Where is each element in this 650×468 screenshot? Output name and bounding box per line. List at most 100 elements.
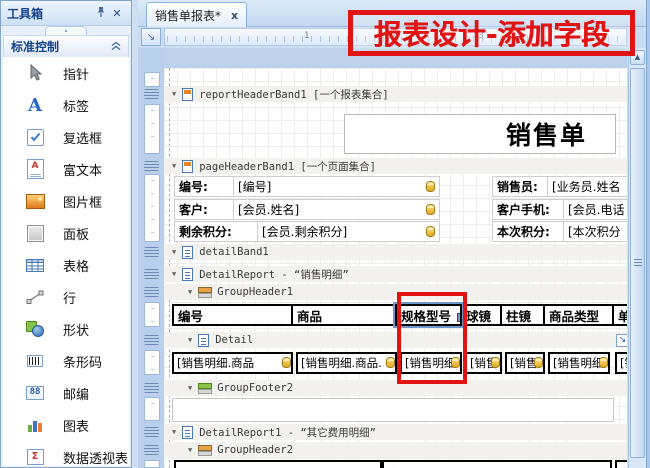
toolbox-panel: 工具箱 ✕ ▴ 标准控制 指针 A 标签 — [0, 0, 132, 468]
field-value-current-points[interactable]: [本次积分 — [563, 221, 627, 242]
smart-tag-button[interactable]: ↘ — [616, 334, 627, 347]
collapse-triangle-icon[interactable]: ▼ — [188, 336, 192, 344]
field-label-salesperson[interactable]: 销售员: — [492, 176, 548, 197]
detail-cell-product-type[interactable]: [销售明细 — [548, 352, 610, 374]
fee-header-cell-other[interactable]: 其 — [615, 460, 627, 468]
band-grip-icon[interactable] — [144, 335, 159, 345]
toolbox-collapse-grip[interactable]: ▴ — [1, 26, 131, 35]
collapse-triangle-icon[interactable]: ▼ — [188, 384, 192, 392]
fee-header-cell-type[interactable]: 费用类型 — [174, 460, 382, 468]
field-label-number[interactable]: 编号: — [174, 176, 234, 197]
toolbox-item-checkbox[interactable]: 复选框 — [3, 121, 129, 153]
header-cell-unit-price[interactable]: 单 — [612, 304, 627, 326]
band-grip-icon[interactable] — [144, 247, 159, 257]
picture-icon — [21, 188, 49, 214]
field-value-customer[interactable]: [会员.姓名] — [233, 199, 440, 220]
collapse-triangle-icon[interactable]: ▼ — [172, 162, 176, 170]
field-label-current-points[interactable]: 本次积分: — [492, 221, 564, 242]
toolbox-item-line[interactable]: 行 — [3, 281, 129, 313]
detail-cell-unit-price[interactable]: [销 — [615, 352, 627, 374]
toolbox-item-list: 指针 A 标签 复选框 A 富文本 图片框 面板 — [3, 57, 129, 466]
toolbox-item-chart[interactable]: 图表 — [3, 409, 129, 441]
band-page-header[interactable]: ▼ pageHeaderBand1 [一个页面集合] — [164, 158, 627, 174]
field-value-customer-phone[interactable]: [会员.电话 — [563, 199, 627, 220]
band-grip-icon[interactable] — [144, 161, 159, 171]
group-footer-band-icon — [198, 383, 211, 394]
annotation-highlight-rectangle — [397, 292, 467, 384]
database-field-icon — [426, 204, 435, 215]
band-grip-icon[interactable] — [144, 89, 159, 99]
scrollbar-thumb[interactable] — [630, 68, 645, 458]
band-group-header1[interactable]: ▼ GroupHeader1 — [164, 284, 627, 300]
group-header-band-icon — [198, 287, 211, 298]
band-detail-report[interactable]: ▼ DetailReport - “销售明细” — [164, 266, 627, 282]
tab-sales-report[interactable]: 销售单报表* x — [146, 2, 247, 27]
collapse-triangle-icon[interactable]: ▼ — [172, 90, 176, 98]
close-icon[interactable]: ✕ — [109, 7, 125, 20]
header-cell-product[interactable]: 商品 — [291, 304, 397, 326]
toolbox-header: 工具箱 ✕ — [1, 1, 131, 26]
detail-cell-product-code[interactable]: [销售明细.商品 — [172, 352, 293, 374]
band-grip-icon[interactable] — [144, 269, 159, 279]
toolbox-item-panel[interactable]: 面板 — [3, 217, 129, 249]
ruler-segment — [144, 174, 160, 242]
header-cell-number[interactable]: 编号 — [172, 304, 293, 326]
band-group-header2[interactable]: ▼ GroupHeader2 — [164, 442, 627, 458]
database-field-icon — [386, 357, 395, 368]
detail-cell-sphere[interactable]: [销售 — [465, 352, 502, 374]
toolbox-item-table[interactable]: 表格 — [3, 249, 129, 281]
toolbox-item-pointer[interactable]: 指针 — [3, 57, 129, 89]
ruler-corner-button[interactable]: ↘ — [141, 28, 161, 46]
zipcode-icon: 88 — [21, 380, 49, 406]
toolbox-item-pivot[interactable]: Σ 数据透视表 — [3, 441, 129, 466]
collapse-triangle-icon[interactable]: ▼ — [188, 288, 192, 296]
database-field-icon — [599, 357, 608, 368]
collapse-triangle-icon[interactable]: ▼ — [172, 270, 176, 278]
database-field-icon — [426, 181, 435, 192]
ruler-segment — [144, 397, 160, 421]
band-detail-report1[interactable]: ▼ DetailReport1 - “其它费用明细” — [164, 424, 627, 440]
toolbox-item-shape[interactable]: 形状 — [3, 313, 129, 345]
band-grip-icon[interactable] — [144, 383, 159, 393]
report-designer-window: 工具箱 ✕ ▴ 标准控制 指针 A 标签 — [0, 0, 650, 468]
band-grip-icon[interactable] — [144, 445, 159, 455]
field-value-number[interactable]: [编号] — [233, 176, 440, 197]
band-grip-icon[interactable] — [144, 427, 159, 437]
field-label-customer-phone[interactable]: 客户手机: — [492, 199, 564, 220]
database-field-icon — [534, 357, 543, 368]
ruler-segment — [144, 302, 160, 327]
field-value-salesperson[interactable]: [业务员.姓名 — [547, 176, 627, 197]
pin-icon[interactable] — [93, 6, 109, 21]
collapse-triangle-icon[interactable]: ▼ — [188, 446, 192, 454]
toolbox-group-standard-controls[interactable]: 标准控制 — [3, 35, 129, 58]
band-detail-band1[interactable]: ▼ detailBand1 — [164, 244, 627, 260]
tab-title: 销售单报表* — [155, 7, 221, 24]
report-title-label[interactable]: 销售单 — [344, 114, 616, 154]
detail-cell-cylinder[interactable]: [销售 — [505, 352, 545, 374]
band-grip-icon[interactable] — [144, 287, 159, 297]
pivot-icon: Σ — [21, 444, 49, 466]
vertical-scrollbar[interactable]: ▲ — [628, 48, 646, 468]
header-cell-cylinder[interactable]: 柱镜 — [500, 304, 545, 326]
barcode-icon — [21, 348, 49, 374]
collapse-chevron-icon — [111, 40, 121, 54]
collapse-triangle-icon[interactable]: ▼ — [172, 248, 176, 256]
tab-close-icon[interactable]: x — [231, 9, 238, 22]
fee-header-cell-amount[interactable]: 金额 — [382, 460, 612, 468]
collapse-triangle-icon[interactable]: ▼ — [172, 428, 176, 436]
ruler-number: 1 — [304, 31, 310, 41]
detail-cell-product[interactable]: [销售明细.商品. — [296, 352, 397, 374]
field-label-customer[interactable]: 客户: — [174, 199, 234, 220]
field-label-remaining-points[interactable]: 剩余积分: — [174, 221, 258, 242]
toolbox-item-zipcode[interactable]: 88 邮编 — [3, 377, 129, 409]
header-cell-product-type[interactable]: 商品类型 — [543, 304, 614, 326]
band-group-footer2[interactable]: ▼ GroupFooter2 — [164, 380, 627, 396]
toolbox-item-picture[interactable]: 图片框 — [3, 185, 129, 217]
toolbox-item-richtext[interactable]: A 富文本 — [3, 153, 129, 185]
field-value-remaining-points[interactable]: [会员.剩余积分] — [257, 221, 440, 242]
band-report-header[interactable]: ▼ reportHeaderBand1 [一个报表集合] — [164, 86, 627, 102]
group-footer-empty-area[interactable] — [172, 398, 614, 422]
toolbox-item-label[interactable]: A 标签 — [3, 89, 129, 121]
band-detail[interactable]: ▼ Detail — [164, 332, 627, 348]
toolbox-item-barcode[interactable]: 条形码 — [3, 345, 129, 377]
